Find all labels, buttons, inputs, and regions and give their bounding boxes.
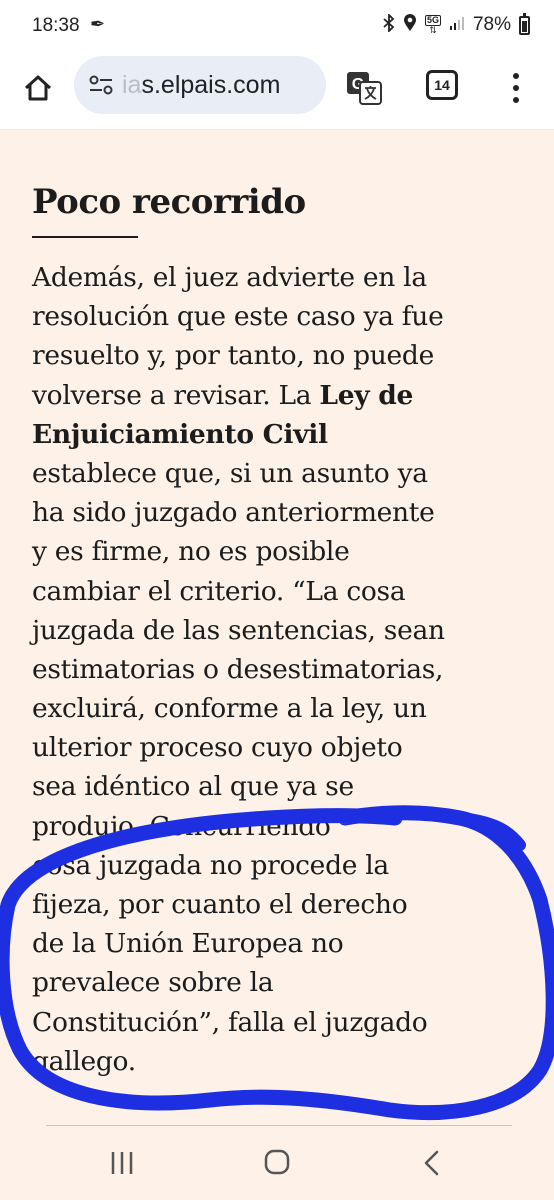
browser-toolbar: ias.elpais.com G 14 bbox=[0, 56, 554, 130]
article-line: cosa juzgada no procede la bbox=[32, 846, 532, 885]
article-line: volverse a revisar. La Ley de bbox=[32, 376, 532, 415]
bold-law-name[interactable]: Ley de bbox=[319, 380, 413, 411]
bold-law-name[interactable]: Enjuiciamiento Civil bbox=[32, 419, 328, 450]
article-line: resuelto y, por tanto, no puede bbox=[32, 336, 532, 375]
article-text: gallego. bbox=[32, 1045, 136, 1077]
status-icons: 5G ⇅ 78% bbox=[383, 12, 530, 36]
article-text: resolución que este caso ya fue bbox=[32, 301, 444, 333]
article-line: de la Unión Europea no bbox=[32, 924, 532, 963]
article-line: establece que, si un asunto ya bbox=[32, 454, 532, 493]
article: Poco recorrido Además, el juez advierte … bbox=[32, 172, 532, 1081]
article-line: gallego. bbox=[32, 1042, 532, 1081]
article-line: sea idéntico al que ya se bbox=[32, 767, 532, 806]
article-text: prevalece sobre la bbox=[32, 967, 274, 999]
bluetooth-icon bbox=[383, 12, 395, 36]
url-text: ias.elpais.com bbox=[122, 71, 280, 100]
translate-button[interactable]: G bbox=[344, 68, 384, 108]
article-text: excluirá, conforme a la ley, un bbox=[32, 693, 427, 725]
article-text: Constitución”, falla el juzgado bbox=[32, 1006, 428, 1038]
article-line: Además, el juez advierte en la bbox=[32, 258, 532, 297]
url-text-visible: s.elpais.com bbox=[141, 70, 281, 99]
battery-percent: 78% bbox=[472, 14, 511, 35]
phone-screen: 18:38 ✒ 5G ⇅ 78% ias.elpais.com G 14 Poc… bbox=[0, 0, 554, 1200]
url-text-faded: ia bbox=[122, 70, 142, 99]
article-line: ulterior proceso cuyo objeto bbox=[32, 728, 532, 767]
home-icon bbox=[24, 75, 52, 101]
article-text: estimatorias o desestimatorias, bbox=[32, 653, 444, 685]
nav-home-button[interactable] bbox=[257, 1146, 297, 1180]
article-text: Además, el juez advierte en la bbox=[32, 262, 427, 293]
article-line: resolución que este caso ya fue bbox=[32, 297, 532, 336]
status-time: 18:38 bbox=[32, 15, 80, 36]
recents-button[interactable] bbox=[102, 1146, 142, 1180]
article-text: cosa juzgada no procede la bbox=[32, 849, 389, 881]
status-bar: 18:38 ✒ 5G ⇅ 78% bbox=[0, 0, 554, 56]
system-nav-bar bbox=[0, 1126, 554, 1200]
article-line: estimatorias o desestimatorias, bbox=[32, 650, 532, 689]
article-line: produjo. Concurriendo bbox=[32, 807, 532, 846]
article-line: juzgada de las sentencias, sean bbox=[32, 611, 532, 650]
article-line: excluirá, conforme a la ley, un bbox=[32, 689, 532, 728]
article-line: Constitución”, falla el juzgado bbox=[32, 1003, 532, 1042]
nav-home-icon bbox=[264, 1149, 290, 1175]
article-line: fijeza, por cuanto el derecho bbox=[32, 885, 532, 924]
article-text: y es firme, no es posible bbox=[32, 536, 350, 568]
recents-icon bbox=[111, 1152, 133, 1174]
back-button[interactable] bbox=[412, 1146, 452, 1180]
article-line: y es firme, no es posible bbox=[32, 532, 532, 571]
back-icon bbox=[424, 1150, 439, 1176]
article-text: sea idéntico al que ya se bbox=[32, 771, 354, 803]
feather-notification-icon: ✒ bbox=[90, 14, 106, 34]
home-button[interactable] bbox=[18, 68, 58, 108]
article-text: fijeza, por cuanto el derecho bbox=[32, 889, 408, 920]
article-text: resuelto y, por tanto, no puede bbox=[32, 340, 434, 372]
article-text: establece que, si un asunto ya bbox=[32, 457, 428, 489]
tune-icon[interactable] bbox=[88, 73, 114, 97]
article-text: ha sido juzgado anteriormente bbox=[32, 497, 435, 529]
section-heading: Poco recorrido bbox=[32, 182, 306, 222]
article-text: produjo. Concurriendo bbox=[32, 810, 331, 842]
battery-icon bbox=[519, 12, 530, 35]
article-line: ha sido juzgado anteriormente bbox=[32, 493, 532, 532]
article-text: cambiar el criterio. “La cosa bbox=[32, 575, 406, 607]
article-line: prevalece sobre la bbox=[32, 963, 532, 1002]
article-text: de la Unión Europea no bbox=[32, 928, 344, 960]
article-paragraph: Además, el juez advierte en la resolución… bbox=[32, 258, 532, 1081]
tab-switcher-button[interactable]: 14 bbox=[426, 70, 458, 100]
article-line: cambiar el criterio. “La cosa bbox=[32, 572, 532, 611]
article-line: Enjuiciamiento Civil bbox=[32, 415, 532, 454]
url-bar[interactable]: ias.elpais.com bbox=[74, 56, 326, 114]
translate-icon: G bbox=[347, 72, 382, 105]
location-icon bbox=[403, 14, 417, 36]
article-text: ulterior proceso cuyo objeto bbox=[32, 732, 403, 764]
network-5g-icon: 5G ⇅ bbox=[424, 15, 441, 35]
heading-underline bbox=[32, 236, 138, 238]
article-text: juzgada de las sentencias, sean bbox=[32, 614, 445, 646]
more-vert-icon[interactable] bbox=[504, 68, 528, 108]
signal-icon bbox=[449, 15, 465, 35]
article-text: volverse a revisar. La bbox=[32, 379, 320, 411]
